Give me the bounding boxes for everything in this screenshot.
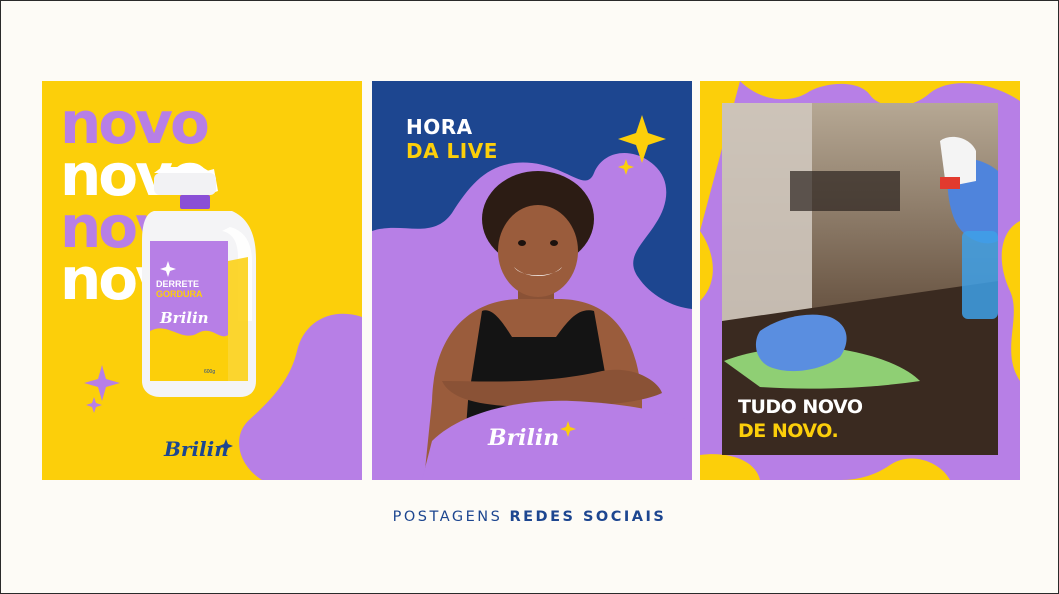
post-novo: novo novo novo novo DERRETE GORDURA Bril… [42,81,362,480]
brilin-logo: Brilin [163,437,233,461]
brilin-logo-text: Brilin [163,437,229,461]
footer-caption: POSTAGENS REDES SOCIAIS [1,509,1058,525]
brilin-logo-text: Brilin [487,425,559,451]
footer-caption-light: POSTAGENS [392,509,503,525]
tagline: TUDO NOVO DE NOVO. [738,395,863,443]
tagline-line2: DE NOVO. [738,420,839,442]
footer-caption-bold: REDES SOCIAIS [509,509,667,525]
brilin-logo: Brilin [487,421,576,451]
tagline-line1: TUDO NOVO [738,396,863,418]
post-tudo-novo: TUDO NOVO DE NOVO. [700,81,1020,480]
post-hora-da-live: HORA DA LIVE Brilin [372,81,692,480]
